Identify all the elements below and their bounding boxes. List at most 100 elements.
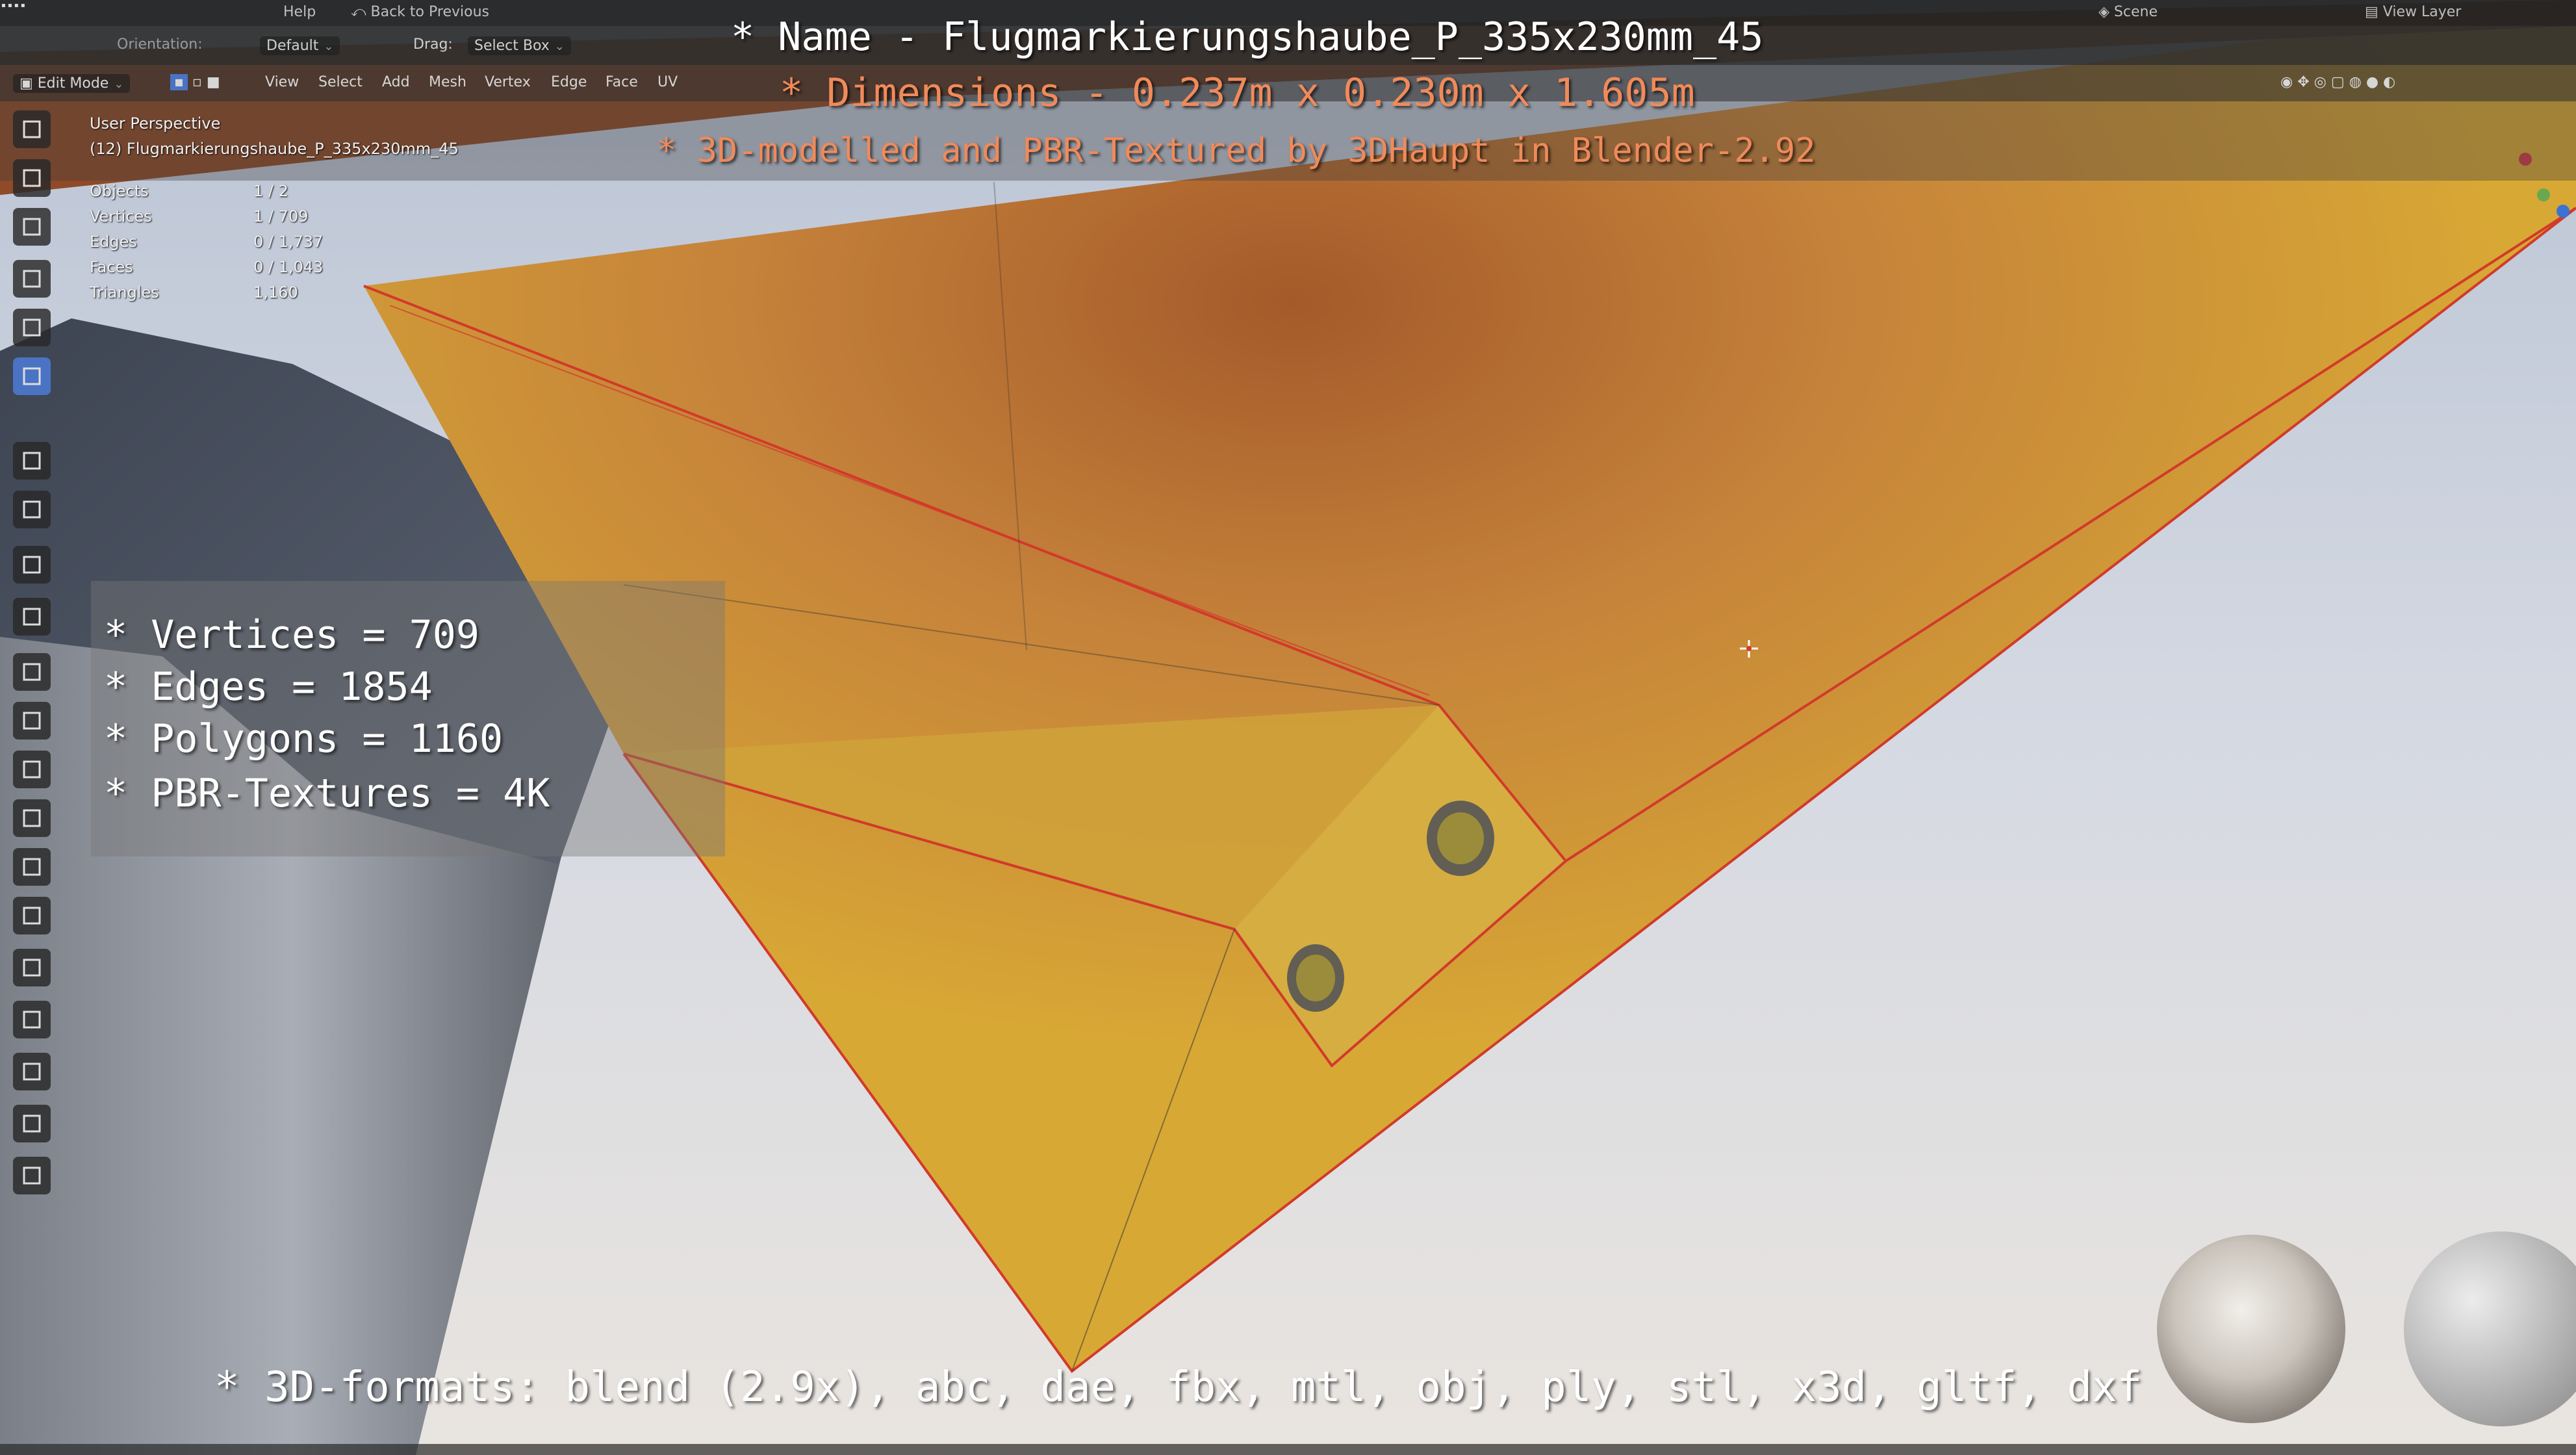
add-cube-icon <box>23 556 41 574</box>
drag-dropdown[interactable]: Select Box ⌄ <box>468 36 571 55</box>
object-name-label: (12) Flugmarkierungshaube_P_335x230mm_45 <box>90 140 459 158</box>
extrude-region-icon <box>23 608 41 626</box>
tool-loop-cut[interactable] <box>13 751 51 788</box>
menu-view[interactable]: View <box>265 74 299 90</box>
stat-label: Triangles <box>90 283 159 302</box>
mode-selector[interactable]: ▣ Edit Mode ⌄ <box>13 74 131 93</box>
rotate-icon <box>23 270 41 288</box>
vertex-select-icon[interactable]: ▪ <box>170 74 188 90</box>
tool-cursor[interactable] <box>13 159 51 197</box>
tool-bevel[interactable] <box>13 702 51 740</box>
stat-label: Vertices <box>90 207 152 225</box>
menu-select[interactable]: Select <box>318 74 363 90</box>
overlay-credit-line: * 3D-modelled and PBR-Textured by 3DHaup… <box>656 131 1816 170</box>
solid-shading-icon[interactable]: ● <box>2366 74 2378 90</box>
wireframe-shading-icon[interactable]: ◍ <box>2349 74 2362 90</box>
info-vertices: * Vertices = 709 <box>104 612 479 658</box>
tool-select-box[interactable] <box>13 110 51 148</box>
info-edges: * Edges = 1854 <box>104 664 433 710</box>
select-mode-group[interactable]: ▪ ▫ ■ <box>170 74 220 90</box>
perspective-label: User Perspective <box>90 114 221 133</box>
status-bar <box>0 1444 2576 1455</box>
tool-transform[interactable] <box>13 357 51 395</box>
cursor-icon <box>23 169 41 187</box>
spin-icon <box>23 907 41 925</box>
orientation-dropdown[interactable]: Default ⌄ <box>260 36 340 55</box>
overlay-dimensions-line: * Dimensions - 0.237m x 0.230m x 1.605m <box>780 70 1695 116</box>
back-icon: ⤺ <box>351 4 371 20</box>
stat-row-faces: Faces 0 / 1,043 <box>90 258 323 276</box>
tool-smooth[interactable] <box>13 949 51 986</box>
visibility-icon[interactable]: ◉ <box>2280 74 2293 90</box>
view-layer-selector[interactable]: ▤ View Layer <box>2365 4 2461 20</box>
tool-poly-build[interactable] <box>13 848 51 886</box>
rendered-shading-icon[interactable]: ◐ <box>2383 74 2395 90</box>
drag-label: Drag: <box>413 36 453 53</box>
scene-label: Scene <box>2113 4 2158 20</box>
bevel-icon <box>23 712 41 730</box>
tool-edge-slide[interactable] <box>13 1001 51 1038</box>
menu-vertex[interactable]: Vertex <box>485 74 531 90</box>
menu-face[interactable]: Face <box>606 74 638 90</box>
stat-value: 1,160 <box>253 283 298 302</box>
menu-help[interactable]: Help <box>283 4 316 20</box>
back-to-previous-button[interactable]: ⤺ Back to Previous <box>351 4 489 20</box>
back-to-previous-label: Back to Previous <box>370 4 489 20</box>
menu-mesh[interactable]: Mesh <box>429 74 466 90</box>
chevron-down-icon: ⌄ <box>554 40 565 53</box>
transform-icon <box>23 367 41 385</box>
stat-row-objects: Objects 1 / 2 <box>90 182 288 200</box>
stat-label: Objects <box>90 182 149 200</box>
viewport-shading-controls[interactable]: ◉ ✥ ◎ ▢ ◍ ● ◐ <box>2280 74 2395 90</box>
tool-knife[interactable] <box>13 799 51 837</box>
poly-build-icon <box>23 858 41 876</box>
overlay-formats-line: * 3D-formats: blend (2.9x), abc, dae, fb… <box>214 1363 2142 1411</box>
view-layer-icon: ▤ <box>2365 4 2383 20</box>
overlay-name-line: * Name - Flugmarkierungshaube_P_335x230m… <box>731 14 1764 60</box>
tool-shrink-fatten[interactable] <box>13 1053 51 1090</box>
gizmo-icon[interactable]: ✥ <box>2297 74 2309 90</box>
orientation-value: Default <box>266 38 319 54</box>
info-polygons: * Polygons = 1160 <box>104 716 504 762</box>
stat-label: Edges <box>90 233 137 251</box>
tool-add-cube[interactable] <box>13 546 51 584</box>
tool-extrude-region[interactable] <box>13 598 51 636</box>
menu-uv[interactable]: UV <box>657 74 678 90</box>
info-textures: * PBR-Textures = 4K <box>104 771 550 816</box>
render-info-text: ▪ ▪ ▪ ▪ <box>1 2 25 9</box>
scene-selector[interactable]: ◈ Scene <box>2098 4 2158 20</box>
rip-region-icon <box>23 1166 41 1185</box>
xray-icon[interactable]: ▢ <box>2331 74 2345 90</box>
stat-value: 0 / 1,737 <box>253 233 324 251</box>
tool-rip-region[interactable] <box>13 1157 51 1194</box>
annotate-icon <box>23 452 41 470</box>
tool-inset-faces[interactable] <box>13 653 51 691</box>
3d-viewport[interactable]: ▪ ▪ ▪ ▪ Help ⤺ Back to Previous ◈ Scene … <box>0 0 2576 1455</box>
tool-measure[interactable] <box>13 491 51 528</box>
tool-move[interactable] <box>13 208 51 246</box>
menu-add[interactable]: Add <box>382 74 410 90</box>
tool-shelf <box>9 110 57 1248</box>
menu-edge[interactable]: Edge <box>551 74 587 90</box>
overlay-icon[interactable]: ◎ <box>2314 74 2327 90</box>
edge-select-icon[interactable]: ▫ <box>192 74 202 90</box>
inset-faces-icon <box>23 663 41 681</box>
tool-spin[interactable] <box>13 897 51 934</box>
chevron-down-icon: ⌄ <box>324 40 334 53</box>
knife-icon <box>23 809 41 827</box>
shear-icon <box>23 1114 41 1133</box>
edge-slide-icon <box>23 1011 41 1029</box>
stat-value: 1 / 709 <box>253 207 309 225</box>
smooth-icon <box>23 959 41 977</box>
edit-mode-icon: ▣ <box>19 75 38 92</box>
scene-icon: ◈ <box>2098 4 2114 20</box>
stat-row-vertices: Vertices 1 / 709 <box>90 207 308 225</box>
shrink-fatten-icon <box>23 1062 41 1081</box>
tool-shear[interactable] <box>13 1105 51 1142</box>
face-select-icon[interactable]: ■ <box>207 74 220 90</box>
tool-annotate[interactable] <box>13 442 51 480</box>
orientation-label: Orientation: <box>117 36 203 53</box>
drag-value: Select Box <box>474 38 550 54</box>
tool-rotate[interactable] <box>13 260 51 298</box>
tool-scale[interactable] <box>13 309 51 346</box>
